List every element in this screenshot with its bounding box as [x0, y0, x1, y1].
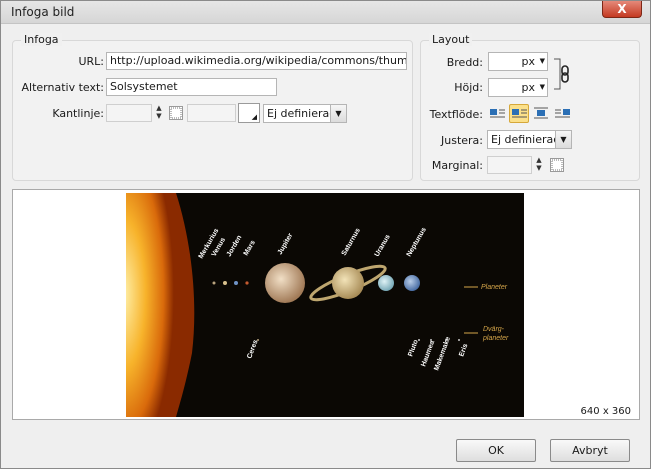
width-label: Bredd: [446, 56, 483, 69]
border-style-select[interactable]: Ej definierac ▼ [263, 104, 347, 123]
spin-up-icon: ▲ [156, 104, 162, 112]
ok-button[interactable]: OK [456, 439, 536, 462]
ok-button-label: OK [488, 444, 504, 457]
width-unit-arrow-icon: ▼ [539, 57, 545, 65]
textflow-inline-button[interactable] [487, 104, 507, 123]
border-width-field[interactable] [106, 104, 152, 122]
border-picker-button[interactable] [169, 106, 183, 120]
margin-field[interactable] [487, 156, 532, 174]
textflow-center-button[interactable] [531, 104, 551, 123]
align-label: Justera: [441, 134, 483, 147]
textflow-right-button[interactable] [553, 104, 573, 123]
wrap-right-icon [555, 109, 570, 118]
url-field[interactable]: http://upload.wikimedia.org/wikipedia/co… [106, 52, 407, 70]
close-icon: X [617, 2, 627, 16]
border-color-field[interactable] [187, 104, 236, 122]
insert-image-dialog: Infoga bild X Infoga URL: http://upload.… [0, 0, 651, 469]
cancel-button-label: Avbryt [572, 444, 608, 457]
height-field[interactable]: px ▼ [488, 78, 548, 97]
border-label: Kantlinje: [52, 107, 104, 120]
alt-text-label: Alternativ text: [21, 81, 105, 94]
dialog-title: Infoga bild [11, 5, 75, 19]
height-unit: px [521, 81, 536, 94]
close-button[interactable]: X [602, 1, 642, 18]
chevron-down-icon: ▼ [555, 131, 571, 148]
spin-down-icon: ▼ [156, 112, 162, 120]
height-label: Höjd: [454, 81, 483, 94]
dwarf-planets-caption-1: Dvärg- [483, 326, 505, 333]
margin-stepper[interactable]: ▲ ▼ [533, 156, 545, 174]
url-label: URL: [78, 55, 104, 68]
chevron-down-icon: ▼ [330, 105, 346, 122]
block-center-icon [534, 107, 548, 119]
image-preview-area: Merkurius Venus Jorden Mars Jupiter Satu… [12, 189, 640, 420]
margin-label: Marginal: [431, 159, 483, 172]
insert-group-title: Infoga [21, 33, 62, 46]
color-dropdown-icon: ◢ [251, 113, 257, 121]
width-unit: px [521, 55, 536, 68]
border-style-value: Ej definierac [267, 107, 336, 120]
chain-link-icon [554, 58, 569, 90]
border-width-stepper[interactable]: ▲ ▼ [153, 104, 165, 122]
margin-picker-button[interactable] [550, 158, 564, 172]
spin-down-icon: ▼ [536, 164, 542, 172]
width-field[interactable]: px ▼ [488, 52, 548, 71]
alt-text-field[interactable]: Solsystemet [106, 78, 277, 96]
spin-up-icon: ▲ [536, 156, 542, 164]
dwarf-planets-caption-2: planeter [482, 335, 509, 342]
constrain-proportions-button[interactable] [552, 56, 574, 92]
height-unit-arrow-icon: ▼ [539, 83, 545, 91]
grid-dots-icon [551, 159, 563, 171]
solar-system-image: Merkurius Venus Jorden Mars Jupiter Satu… [126, 193, 524, 417]
layout-group-title: Layout [429, 33, 473, 46]
textflow-label: Textflöde: [429, 108, 483, 121]
align-value: Ej definierac [491, 133, 560, 146]
title-bar: Infoga bild X [1, 1, 650, 24]
grid-dots-icon [170, 107, 182, 119]
border-color-button[interactable]: ◢ [238, 103, 260, 123]
textflow-left-button[interactable] [509, 104, 529, 123]
align-left-flow-icon [490, 109, 505, 118]
align-select[interactable]: Ej definierac ▼ [487, 130, 572, 149]
image-dimensions: 640 x 360 [580, 406, 631, 417]
wrap-left-icon [512, 109, 527, 118]
planets-caption: Planeter [481, 284, 508, 291]
cancel-button[interactable]: Avbryt [550, 439, 630, 462]
